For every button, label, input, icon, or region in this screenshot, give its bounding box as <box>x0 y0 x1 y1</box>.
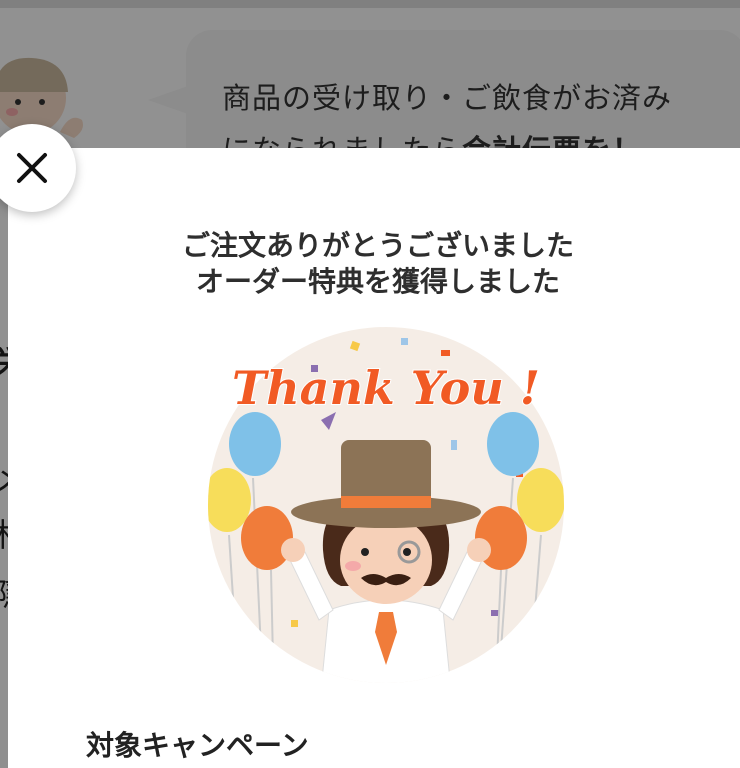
order-reward-modal: ご注文ありがとうございました オーダー特典を獲得しました Thank You !… <box>8 148 740 768</box>
thank-you-text: Thank You ! <box>232 361 540 415</box>
campaign-label: 対象キャンペーン <box>86 729 309 762</box>
thank-you-illustration: Thank You ! <box>208 327 564 683</box>
modal-title-line-2: オーダー特典を獲得しました <box>195 265 560 298</box>
close-icon <box>17 153 47 183</box>
modal-title: ご注文ありがとうございました オーダー特典を獲得しました <box>8 228 740 300</box>
modal-title-line-1: ご注文ありがとうございました <box>181 229 574 262</box>
